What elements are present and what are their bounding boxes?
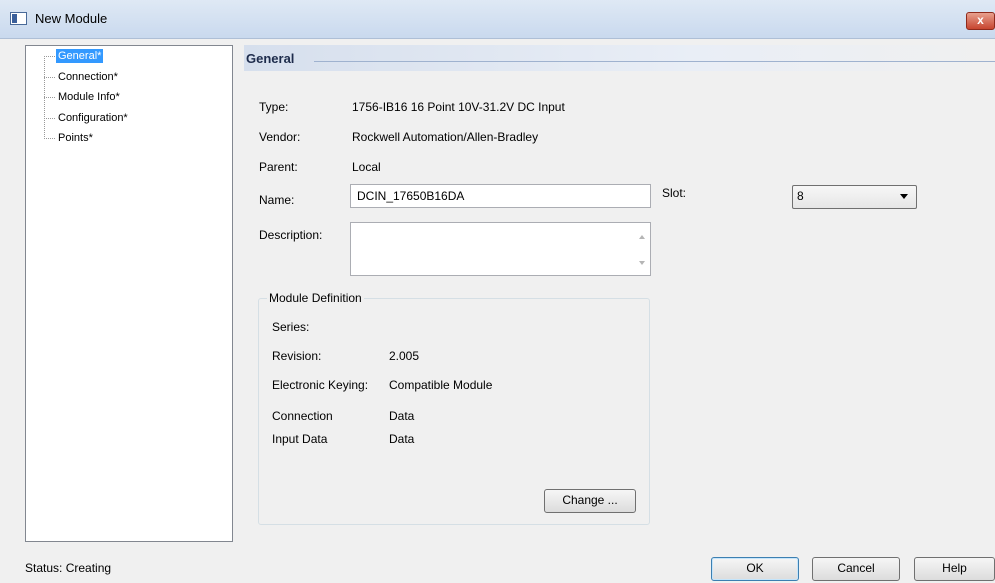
tree-item-module-info[interactable]: Module Info* (56, 90, 122, 104)
revision-value: 2.005 (389, 349, 420, 363)
tree-connector (44, 56, 55, 57)
tree-connector (44, 77, 55, 78)
section-divider (314, 61, 995, 62)
scroll-up-icon[interactable] (639, 235, 645, 239)
connection-value: Data (389, 409, 415, 423)
tree-connector (44, 97, 55, 98)
name-label: Name: (259, 193, 295, 207)
title-bar: New Module x (0, 0, 995, 39)
description-scrollbar[interactable] (633, 223, 650, 275)
type-value: 1756-IB16 16 Point 10V-31.2V DC Input (352, 100, 565, 114)
tree-item-configuration[interactable]: Configuration* (56, 111, 130, 125)
keying-label: Electronic Keying: (272, 378, 369, 392)
description-input[interactable] (350, 222, 651, 276)
type-label: Type: (259, 100, 289, 114)
parent-value: Local (352, 160, 381, 174)
parent-label: Parent: (259, 160, 298, 174)
window-title: New Module (35, 11, 108, 26)
connection-label: Connection (272, 409, 333, 423)
tree-item-general[interactable]: General* (56, 49, 104, 63)
tree-item-connection[interactable]: Connection* (56, 70, 120, 84)
window-icon (10, 12, 27, 25)
input-data-label: Input Data (272, 432, 328, 446)
module-definition-legend: Module Definition (267, 291, 364, 305)
module-definition-group: Module Definition Series: Revision: 2.00… (258, 291, 650, 525)
input-data-value: Data (389, 432, 415, 446)
slot-select[interactable]: 8 (792, 185, 917, 209)
keying-value: Compatible Module (389, 378, 493, 392)
chevron-down-icon (900, 194, 908, 199)
revision-label: Revision: (272, 349, 322, 363)
slot-value: 8 (797, 189, 804, 203)
change-button[interactable]: Change ... (544, 489, 636, 513)
description-label: Description: (259, 228, 323, 242)
ok-button[interactable]: OK (711, 557, 799, 581)
vendor-value: Rockwell Automation/Allen-Bradley (352, 130, 539, 144)
category-tree[interactable]: General* Connection* Module Info* Config… (25, 45, 233, 542)
cancel-button[interactable]: Cancel (812, 557, 900, 581)
section-header: General (244, 45, 995, 71)
tree-connector (44, 118, 55, 119)
slot-label: Slot: (662, 186, 687, 200)
help-button[interactable]: Help (914, 557, 995, 581)
close-button[interactable]: x (966, 12, 995, 30)
scroll-down-icon[interactable] (639, 261, 645, 265)
section-title: General (246, 51, 295, 66)
name-input[interactable]: DCIN_17650B16DA (350, 184, 651, 208)
status-text: Status: Creating (25, 561, 112, 575)
tree-connector (44, 138, 55, 139)
vendor-label: Vendor: (259, 130, 301, 144)
tree-item-points[interactable]: Points* (56, 131, 95, 145)
series-label: Series: (272, 320, 310, 334)
